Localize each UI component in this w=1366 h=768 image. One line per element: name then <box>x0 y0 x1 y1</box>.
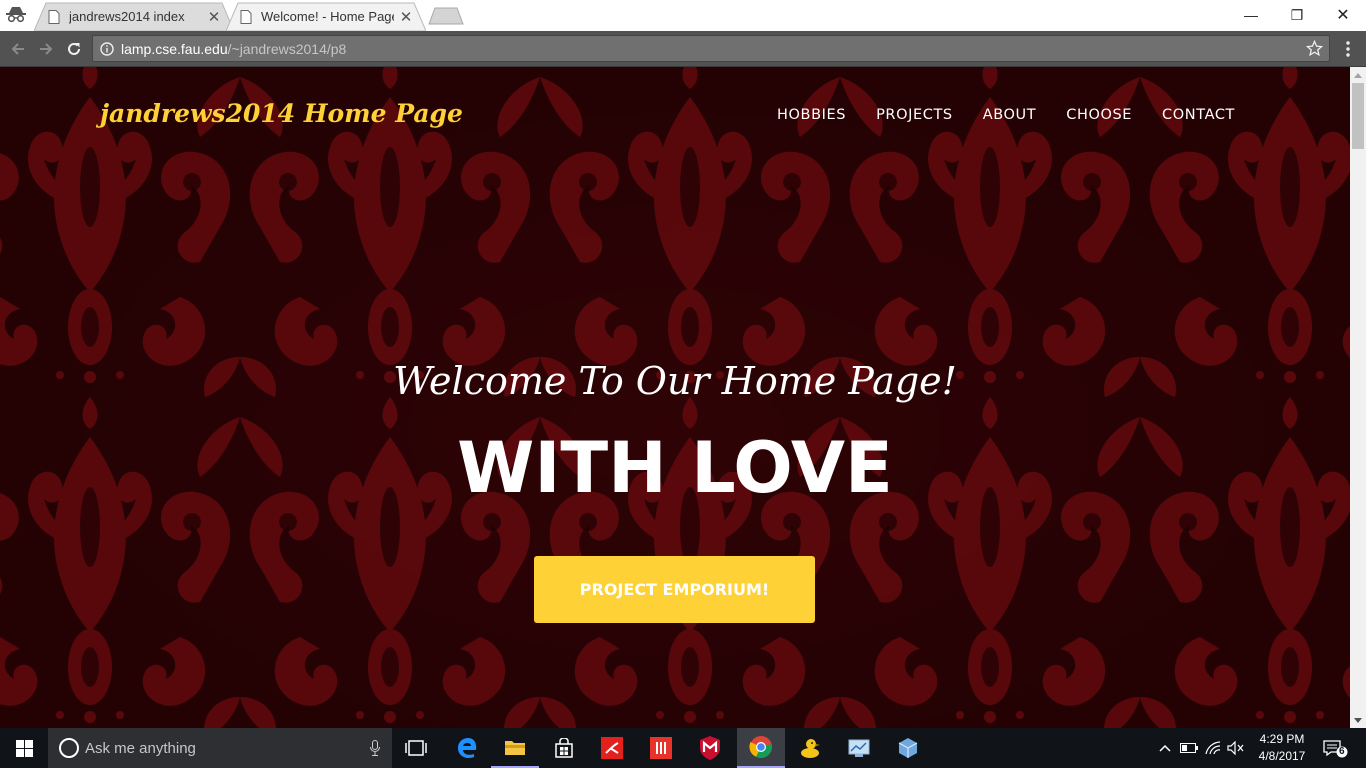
chrome-icon[interactable] <box>737 728 785 768</box>
action-center-icon[interactable]: 6 <box>1322 738 1350 758</box>
page-icon <box>48 9 60 24</box>
hero-title: WITH LOVE <box>457 427 893 509</box>
tab-home-page[interactable]: Welcome! - Home Page ✕ <box>226 2 426 31</box>
hero-subtitle: Welcome To Our Home Page! <box>393 359 957 403</box>
browser-titlebar: jandrews2014 index ✕ Welcome! - Home Pag… <box>0 0 1366 31</box>
volume-muted-icon[interactable] <box>1226 738 1246 758</box>
url-path: /~jandrews2014/p8 <box>227 41 347 57</box>
scroll-up-arrow[interactable] <box>1350 67 1366 83</box>
cortana-icon <box>59 738 79 758</box>
cortana-search-box[interactable]: Ask me anything <box>48 728 392 768</box>
new-tab-button[interactable] <box>428 7 464 25</box>
address-bar[interactable]: lamp.cse.fau.edu/~jandrews2014/p8 <box>92 35 1330 62</box>
search-placeholder: Ask me anything <box>85 739 196 757</box>
close-window-button[interactable]: ✕ <box>1320 0 1366 30</box>
tab-title: jandrews2014 index <box>69 9 185 24</box>
task-view-icon[interactable] <box>392 728 440 768</box>
bookmark-star-icon[interactable] <box>1306 40 1323 57</box>
battery-icon[interactable] <box>1179 738 1199 758</box>
main-nav: HOBBIES PROJECTS ABOUT CHOOSE CONTACT <box>762 107 1250 123</box>
close-tab-icon[interactable]: ✕ <box>394 8 418 26</box>
chevron-up-icon[interactable] <box>1155 738 1175 758</box>
browser-menu-icon[interactable] <box>1338 39 1358 59</box>
maximize-button[interactable]: ❐ <box>1274 0 1320 30</box>
nav-choose[interactable]: CHOOSE <box>1051 107 1147 123</box>
nav-about[interactable]: ABOUT <box>968 107 1052 123</box>
arrow-left-icon <box>11 43 24 55</box>
network-manager-icon[interactable] <box>835 728 883 768</box>
arrow-right-icon <box>40 43 53 55</box>
app-red-icon[interactable] <box>637 728 685 768</box>
clock-date: 4/8/2017 <box>1258 749 1306 763</box>
nav-projects[interactable]: PROJECTS <box>861 107 968 123</box>
page-viewport: jandrews2014 Home Page HOBBIES PROJECTS … <box>0 67 1350 728</box>
page-icon <box>240 9 252 24</box>
start-button[interactable] <box>0 728 48 768</box>
nav-hobbies[interactable]: HOBBIES <box>762 107 861 123</box>
wifi-icon[interactable] <box>1203 738 1223 758</box>
edge-icon[interactable] <box>443 728 491 768</box>
project-emporium-button[interactable]: PROJECT EMPORIUM! <box>534 556 815 623</box>
minimize-button[interactable]: — <box>1228 0 1274 30</box>
forward-button[interactable] <box>34 37 58 61</box>
system-clock[interactable]: 4:29 PM 4/8/2017 <box>1254 731 1310 765</box>
windows-taskbar: Ask me anything 4:29 PM 4/8/2017 6 <box>0 728 1366 768</box>
back-button[interactable] <box>6 37 30 61</box>
microphone-icon[interactable] <box>358 740 392 756</box>
info-icon[interactable] <box>100 42 114 56</box>
url-host: lamp.cse.fau.edu <box>121 41 228 57</box>
store-icon[interactable] <box>540 728 588 768</box>
file-explorer-icon[interactable] <box>491 728 539 768</box>
browser-toolbar: lamp.cse.fau.edu/~jandrews2014/p8 <box>0 31 1366 67</box>
clock-time: 4:29 PM <box>1259 732 1305 746</box>
url-text[interactable]: lamp.cse.fau.edu/~jandrews2014/p8 <box>121 41 346 57</box>
notification-count-badge: 6 <box>1339 746 1345 757</box>
mcafee-icon[interactable] <box>686 728 734 768</box>
site-brand-link[interactable]: jandrews2014 Home Page <box>100 99 463 128</box>
close-tab-icon[interactable]: ✕ <box>202 8 226 26</box>
windows-logo-icon <box>15 739 33 757</box>
tab-index[interactable]: jandrews2014 index ✕ <box>34 2 234 31</box>
scroll-down-arrow[interactable] <box>1350 712 1366 728</box>
duck-icon[interactable] <box>786 728 834 768</box>
acrobat-icon[interactable] <box>588 728 636 768</box>
scrollbar-thumb[interactable] <box>1352 83 1364 149</box>
reload-button[interactable] <box>62 37 86 61</box>
incognito-icon <box>6 7 26 22</box>
page-scrollbar[interactable] <box>1350 67 1366 728</box>
tab-title: Welcome! - Home Page <box>261 9 394 24</box>
reload-icon <box>68 42 80 55</box>
nav-contact[interactable]: CONTACT <box>1147 107 1250 123</box>
virtualbox-icon[interactable] <box>884 728 932 768</box>
